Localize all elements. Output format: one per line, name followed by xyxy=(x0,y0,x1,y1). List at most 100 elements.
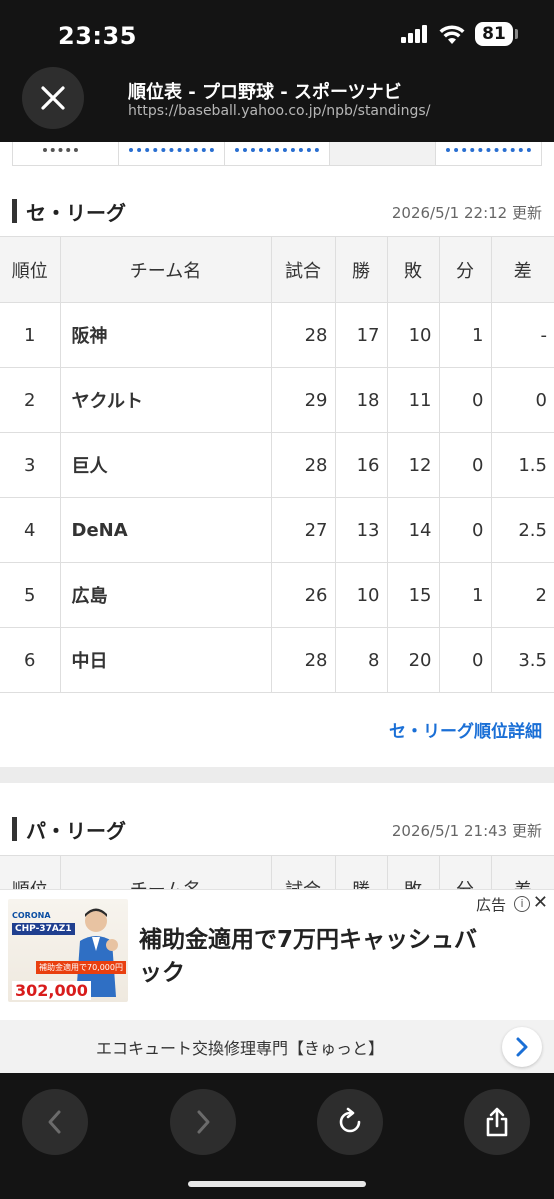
share-button[interactable] xyxy=(464,1089,530,1155)
ties-cell: 1 xyxy=(438,302,492,368)
status-icons: 81 xyxy=(401,22,518,46)
ties-cell: 0 xyxy=(438,367,492,433)
central-detail-link[interactable]: セ・リーグ順位詳細 xyxy=(389,717,542,742)
wins-cell: 8 xyxy=(334,627,388,693)
table-row: 6 中日 28 8 20 0 3.5 xyxy=(0,627,554,693)
col-header-rank: 順位 xyxy=(0,236,61,303)
chevron-right-icon xyxy=(516,1037,528,1057)
col-header-wins: 勝 xyxy=(334,236,388,303)
nav-tab[interactable] xyxy=(119,142,225,165)
browser-top-bar: 23:35 81 順位表 - プロ野球 - スポーツナビ https://bas… xyxy=(0,0,554,142)
status-time: 23:35 xyxy=(58,22,137,50)
share-icon xyxy=(486,1107,508,1137)
back-button[interactable] xyxy=(22,1089,88,1155)
games-behind-cell: 3.5 xyxy=(490,627,554,693)
central-league-title: セ・リーグ xyxy=(26,201,126,225)
team-link[interactable]: 広島 xyxy=(59,562,272,628)
wifi-icon xyxy=(439,24,465,44)
table-row: 1 阪神 28 17 10 1 - xyxy=(0,302,554,368)
games-cell: 28 xyxy=(270,432,336,498)
ad-go-button[interactable] xyxy=(502,1027,542,1067)
page-url[interactable]: https://baseball.yahoo.co.jp/npb/standin… xyxy=(128,103,430,119)
rank-cell: 3 xyxy=(0,432,61,498)
browser-viewport: 23:35 81 順位表 - プロ野球 - スポーツナビ https://bas… xyxy=(0,0,554,1199)
ad-brand-logo: CORONA xyxy=(12,911,51,920)
ad-price: 302,000 xyxy=(12,981,91,1000)
team-link[interactable]: ヤクルト xyxy=(59,367,272,433)
page-title: 順位表 - プロ野球 - スポーツナビ xyxy=(128,82,402,103)
rank-cell: 1 xyxy=(0,302,61,368)
col-header-losses: 敗 xyxy=(386,236,440,303)
ties-cell: 0 xyxy=(438,627,492,693)
pacific-league-title: パ・リーグ xyxy=(26,819,126,843)
ad-close-icon[interactable]: ✕ xyxy=(533,892,548,913)
team-link[interactable]: 阪神 xyxy=(59,302,272,368)
ad-banner[interactable]: 広告 i ✕ CORONA CHP-37AZ1 補助金適用で70,000円 30… xyxy=(0,889,554,1074)
battery-indicator: 81 xyxy=(475,22,513,46)
central-standings-table: 順位 チーム名 試合 勝 敗 分 差 1 阪神 28 17 10 1 - 2 ヤ… xyxy=(0,236,554,693)
wins-cell: 16 xyxy=(334,432,388,498)
ad-subsidy-label: 補助金適用で70,000円 xyxy=(36,961,126,974)
losses-cell: 14 xyxy=(386,497,440,563)
games-behind-cell: 1.5 xyxy=(490,432,554,498)
ad-headline[interactable]: 補助金適用で7万円キャッシュバック xyxy=(139,924,499,990)
wins-cell: 10 xyxy=(334,562,388,628)
table-header-row: 順位 チーム名 試合 勝 敗 分 差 xyxy=(0,236,554,303)
close-icon xyxy=(41,86,65,110)
central-league-header: セ・リーグ 2026/5/1 22:12 更新 xyxy=(0,193,554,229)
pacific-league-header: パ・リーグ 2026/5/1 21:43 更新 xyxy=(0,811,554,847)
central-updated-time: 2026/5/1 22:12 更新 xyxy=(391,204,542,222)
col-header-games-behind: 差 xyxy=(490,236,554,303)
col-header-team: チーム名 xyxy=(59,236,272,303)
games-cell: 26 xyxy=(270,562,336,628)
nav-tab[interactable] xyxy=(225,142,331,165)
ties-cell: 0 xyxy=(438,497,492,563)
ad-advertiser: エコキュート交換修理専門【きゅっと】 xyxy=(96,1039,385,1058)
col-header-games: 試合 xyxy=(270,236,336,303)
losses-cell: 11 xyxy=(386,367,440,433)
games-cell: 28 xyxy=(270,627,336,693)
heading-bar xyxy=(12,817,17,841)
wins-cell: 17 xyxy=(334,302,388,368)
chevron-left-icon xyxy=(48,1110,61,1134)
nav-tab-active[interactable] xyxy=(330,142,437,165)
close-button[interactable] xyxy=(22,67,84,129)
losses-cell: 20 xyxy=(386,627,440,693)
ad-cta-bar[interactable]: エコキュート交換修理専門【きゅっと】 xyxy=(0,1020,554,1074)
team-link[interactable]: DeNA xyxy=(59,497,272,563)
rank-cell: 4 xyxy=(0,497,61,563)
reload-button[interactable] xyxy=(317,1089,383,1155)
section-divider xyxy=(0,767,554,783)
games-behind-cell: 2 xyxy=(490,562,554,628)
nav-tab[interactable] xyxy=(436,142,541,165)
losses-cell: 10 xyxy=(386,302,440,368)
table-row: 4 DeNA 27 13 14 0 2.5 xyxy=(0,497,554,563)
battery-tip xyxy=(515,29,518,39)
table-row: 5 広島 26 10 15 1 2 xyxy=(0,562,554,628)
games-behind-cell: 2.5 xyxy=(490,497,554,563)
team-link[interactable]: 巨人 xyxy=(59,432,272,498)
standings-nav-tabs xyxy=(12,142,542,166)
nav-tab[interactable] xyxy=(13,142,119,165)
rank-cell: 5 xyxy=(0,562,61,628)
forward-button[interactable] xyxy=(170,1089,236,1155)
games-cell: 27 xyxy=(270,497,336,563)
team-link[interactable]: 中日 xyxy=(59,627,272,693)
wins-cell: 18 xyxy=(334,367,388,433)
ad-model-label: CHP-37AZ1 xyxy=(12,923,75,935)
table-row: 2 ヤクルト 29 18 11 0 0 xyxy=(0,367,554,433)
ad-info-icon[interactable]: i xyxy=(514,896,530,912)
reload-icon xyxy=(339,1107,361,1133)
heading-bar xyxy=(12,199,17,223)
losses-cell: 15 xyxy=(386,562,440,628)
table-row: 3 巨人 28 16 12 0 1.5 xyxy=(0,432,554,498)
ad-product-image[interactable]: CORONA CHP-37AZ1 補助金適用で70,000円 302,000 xyxy=(8,899,128,1002)
chevron-right-icon xyxy=(197,1110,210,1134)
games-behind-cell: - xyxy=(490,302,554,368)
rank-cell: 2 xyxy=(0,367,61,433)
games-cell: 29 xyxy=(270,367,336,433)
signal-icon xyxy=(401,25,427,43)
ties-cell: 1 xyxy=(438,562,492,628)
ties-cell: 0 xyxy=(438,432,492,498)
pacific-updated-time: 2026/5/1 21:43 更新 xyxy=(391,822,542,840)
